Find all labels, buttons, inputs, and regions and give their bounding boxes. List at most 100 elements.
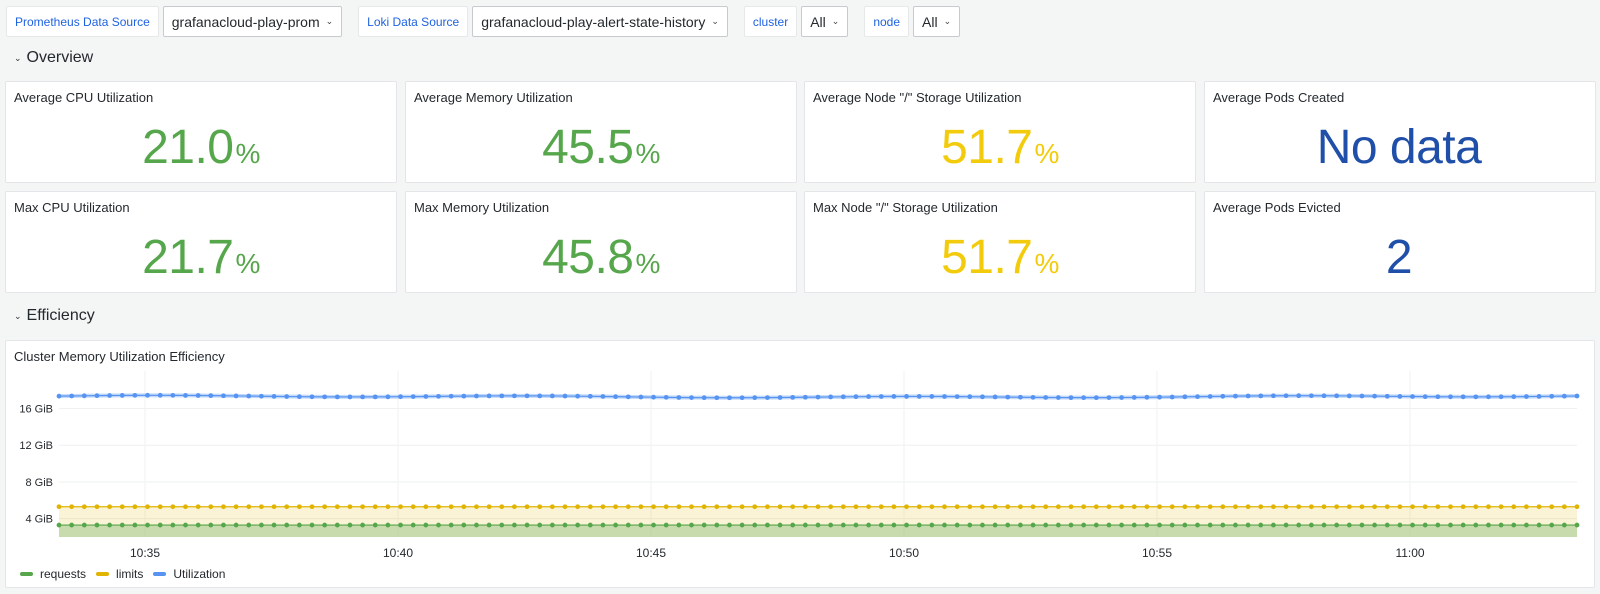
data-point-limits — [1296, 504, 1302, 510]
data-point-utilization — [651, 394, 656, 400]
data-point-requests — [600, 522, 606, 528]
stat-panel-avg-storage[interactable]: Average Node "/" Storage Utilization 51.… — [804, 81, 1196, 183]
data-point-requests — [1245, 522, 1251, 528]
data-point-limits — [271, 504, 277, 510]
data-point-requests — [980, 522, 985, 528]
prometheus-datasource-select[interactable]: grafanacloud-play-prom ⌄ — [162, 6, 343, 37]
data-point-requests — [828, 522, 834, 528]
data-point-limits — [701, 504, 707, 510]
data-point-requests — [1068, 522, 1074, 528]
stat-panel-max-storage[interactable]: Max Node "/" Storage Utilization 51.7% — [804, 191, 1196, 293]
data-point-utilization — [94, 393, 100, 399]
row-efficiency-toggle[interactable]: ⌄ Efficiency — [14, 307, 95, 325]
data-point-requests — [1119, 522, 1124, 528]
data-point-limits — [1245, 504, 1251, 510]
data-point-limits — [208, 504, 214, 510]
data-point-requests — [575, 522, 581, 528]
panel-title: Max CPU Utilization — [14, 200, 130, 215]
data-point-limits — [145, 504, 150, 510]
variable-label: Loki Data Source — [358, 6, 469, 37]
data-point-requests — [107, 522, 112, 528]
data-point-utilization — [1220, 393, 1226, 399]
data-point-limits — [1081, 504, 1087, 510]
stat-panel-avg-pods-evicted[interactable]: Average Pods Evicted 2 — [1204, 191, 1596, 293]
data-point-requests — [1473, 522, 1479, 528]
data-point-utilization — [512, 393, 517, 399]
data-point-limits — [1574, 504, 1580, 510]
data-point-requests — [1258, 522, 1264, 528]
data-point-limits — [929, 504, 935, 510]
data-point-requests — [1334, 522, 1340, 528]
data-point-utilization — [448, 393, 454, 399]
data-point-utilization — [1195, 394, 1200, 400]
data-point-requests — [1271, 522, 1276, 528]
data-point-utilization — [663, 394, 669, 400]
stat-panel-max-cpu[interactable]: Max CPU Utilization 21.7% — [5, 191, 397, 293]
data-point-requests — [1283, 522, 1289, 528]
data-point-requests — [322, 522, 328, 528]
data-point-utilization — [992, 394, 998, 400]
data-point-limits — [322, 504, 328, 510]
data-point-requests — [132, 522, 138, 528]
legend-item-requests[interactable]: requests — [20, 567, 86, 581]
data-point-requests — [613, 522, 618, 528]
data-point-utilization — [1384, 393, 1390, 399]
data-point-requests — [1207, 522, 1213, 528]
data-point-utilization — [1561, 393, 1567, 399]
stat-panel-avg-cpu[interactable]: Average CPU Utilization 21.0% — [5, 81, 397, 183]
data-point-limits — [942, 504, 947, 510]
data-point-utilization — [1258, 393, 1264, 399]
data-point-requests — [145, 522, 150, 528]
node-select[interactable]: All ⌄ — [913, 6, 961, 37]
chevron-down-icon: ⌄ — [711, 16, 719, 26]
memory-efficiency-chart[interactable]: 4 GiB 8 GiB 12 GiB 16 GiB 10:35 10:40 10:45 10:… — [6, 341, 1596, 589]
data-point-limits — [1473, 504, 1479, 510]
stat-panel-avg-pods-created[interactable]: Average Pods Created No data — [1204, 81, 1596, 183]
stat-panel-max-memory[interactable]: Max Memory Utilization 45.8% — [405, 191, 797, 293]
legend-item-utilization[interactable]: Utilization — [153, 567, 225, 581]
variable-label: Prometheus Data Source — [6, 6, 159, 37]
legend-item-limits[interactable]: limits — [96, 567, 143, 581]
data-point-limits — [1346, 504, 1352, 510]
row-overview-toggle[interactable]: ⌄ Overview — [14, 49, 93, 67]
stat-number: 51.7 — [941, 231, 1033, 284]
data-point-limits — [802, 504, 808, 510]
data-point-requests — [423, 522, 429, 528]
cluster-select[interactable]: All ⌄ — [801, 6, 849, 37]
x-tick-label: 10:55 — [1142, 546, 1172, 560]
data-point-utilization — [474, 393, 479, 399]
variable-label: cluster — [743, 6, 798, 37]
variable-cluster: cluster All ⌄ — [743, 6, 849, 37]
data-point-utilization — [701, 395, 707, 401]
data-point-utilization — [942, 394, 947, 399]
chevron-down-icon: ⌄ — [14, 52, 22, 63]
data-point-requests — [1144, 522, 1150, 528]
data-point-requests — [1460, 522, 1466, 528]
select-value: All — [922, 13, 938, 30]
data-point-utilization — [1549, 393, 1555, 399]
data-point-utilization — [145, 392, 150, 398]
stat-number: 21.0 — [142, 121, 234, 174]
data-point-limits — [1195, 504, 1200, 510]
data-point-utilization — [1511, 394, 1517, 400]
data-point-limits — [1144, 504, 1150, 510]
data-point-limits — [1131, 504, 1137, 510]
data-point-requests — [777, 522, 783, 528]
data-point-utilization — [1144, 394, 1150, 400]
data-point-utilization — [1574, 393, 1580, 399]
data-point-requests — [360, 522, 365, 528]
data-point-requests — [638, 522, 644, 528]
data-point-limits — [246, 504, 252, 510]
stat-unit: % — [635, 138, 661, 169]
chart-panel-memory-efficiency[interactable]: Cluster Memory Utilization Efficiency 4 … — [5, 340, 1595, 588]
data-point-utilization — [1473, 394, 1479, 400]
data-point-requests — [385, 522, 391, 528]
stat-panel-avg-memory[interactable]: Average Memory Utilization 45.5% — [405, 81, 797, 183]
data-point-limits — [1233, 504, 1238, 510]
data-point-utilization — [1486, 394, 1491, 400]
data-point-utilization — [878, 394, 884, 399]
data-point-requests — [170, 522, 176, 528]
data-point-limits — [663, 504, 669, 510]
data-point-limits — [1486, 504, 1491, 510]
loki-datasource-select[interactable]: grafanacloud-play-alert-state-history ⌄ — [472, 6, 728, 37]
